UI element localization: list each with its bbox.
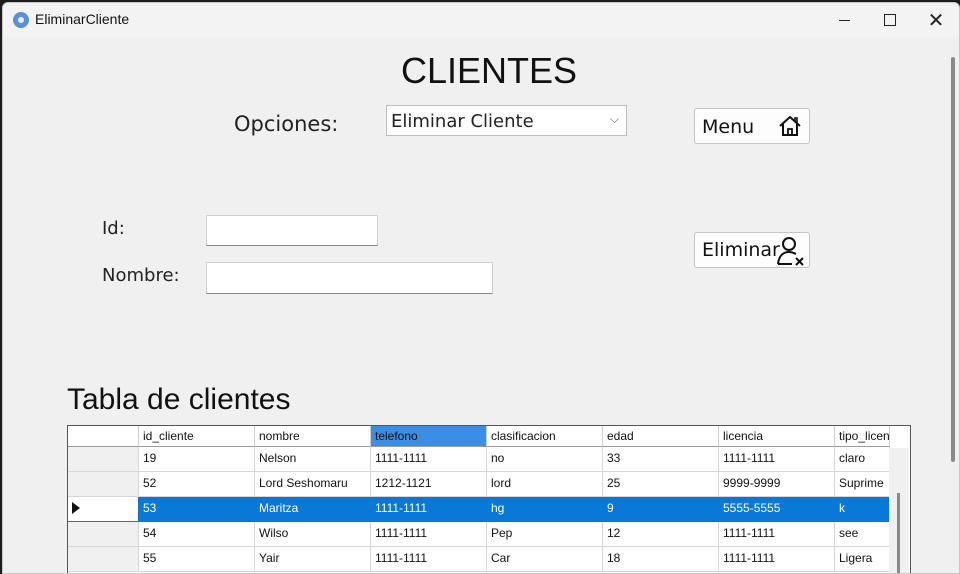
table-cell[interactable]: 1111-1111 — [371, 522, 487, 547]
nombre-label: Nombre: — [102, 265, 180, 286]
table-row[interactable]: 52 Lord Seshomaru 1212-1121 lord 25 9999… — [68, 472, 890, 497]
table-cell[interactable]: 12 — [603, 522, 719, 547]
current-row-arrow-icon — [72, 502, 80, 514]
table-scrollbar[interactable] — [889, 448, 909, 573]
row-header-corner — [68, 426, 139, 447]
window-scrollbar[interactable] — [951, 57, 955, 462]
eliminar-button[interactable]: Eliminar — [694, 232, 810, 268]
clients-table[interactable]: id_cliente nombre telefono clasificacion… — [67, 425, 911, 573]
row-header[interactable] — [68, 497, 139, 522]
maximize-button[interactable] — [867, 3, 913, 37]
menu-button-label: Menu — [702, 116, 755, 138]
home-icon — [779, 116, 801, 136]
table-cell[interactable]: no — [487, 447, 603, 472]
table-cell[interactable]: lord — [487, 472, 603, 497]
row-header[interactable] — [68, 522, 139, 547]
gear-app-icon — [13, 12, 29, 28]
table-cell[interactable]: see — [835, 522, 890, 547]
table-cell[interactable]: 5555-5555 — [719, 497, 835, 522]
table-cell[interactable]: 9999-9999 — [719, 472, 835, 497]
minimize-button[interactable] — [821, 3, 867, 37]
table-row[interactable]: 19 Nelson 1111-1111 no 33 1111-1111 clar… — [68, 447, 890, 472]
close-button[interactable]: ✕ — [913, 3, 959, 37]
title-bar[interactable]: EliminarCliente ✕ — [3, 3, 959, 37]
table-cell[interactable]: Ligera — [835, 547, 890, 572]
table-cell[interactable]: 25 — [603, 472, 719, 497]
table-cell[interactable]: Nelson — [255, 447, 371, 472]
window-title: EliminarCliente — [35, 11, 130, 27]
table-cell[interactable]: 54 — [139, 522, 255, 547]
table-scrollbar-thumb[interactable] — [897, 493, 900, 573]
table-cell[interactable]: 1111-1111 — [719, 522, 835, 547]
page-title: CLIENTES — [401, 50, 578, 91]
table-cell[interactable]: 19 — [139, 447, 255, 472]
column-header[interactable]: licencia — [719, 426, 835, 447]
table-cell[interactable]: Car — [487, 547, 603, 572]
table-cell[interactable]: 1111-1111 — [719, 447, 835, 472]
table-cell[interactable]: 9 — [603, 497, 719, 522]
column-header[interactable]: clasificacion — [487, 426, 603, 447]
table-cell[interactable]: 18 — [603, 547, 719, 572]
table-cell[interactable]: 33 — [603, 447, 719, 472]
table-cell[interactable]: Pep — [487, 522, 603, 547]
table-title: Tabla de clientes — [67, 383, 291, 416]
table-cell[interactable]: Suprime — [835, 472, 890, 497]
nombre-input[interactable] — [206, 262, 493, 294]
table-row[interactable]: 54 Wilso 1111-1111 Pep 12 1111-1111 see — [68, 522, 890, 547]
table-cell[interactable]: 1111-1111 — [371, 447, 487, 472]
id-label: Id: — [102, 218, 125, 239]
table-cell[interactable]: 1212-1121 — [371, 472, 487, 497]
table-cell[interactable]: claro — [835, 447, 890, 472]
options-label: Opciones: — [234, 112, 339, 136]
column-header[interactable]: id_cliente — [139, 426, 255, 447]
table-row-selected[interactable]: 53 Maritza 1111-1111 hg 9 5555-5555 k — [68, 497, 890, 522]
app-window: EliminarCliente ✕ CLIENTES Opciones: Eli… — [2, 2, 960, 574]
close-icon: ✕ — [927, 8, 945, 32]
column-header[interactable]: nombre — [255, 426, 371, 447]
table-row[interactable]: 55 Yair 1111-1111 Car 18 1111-1111 Liger… — [68, 547, 890, 572]
options-dropdown[interactable]: Eliminar Cliente ⌵ — [386, 105, 627, 136]
id-input[interactable] — [206, 215, 378, 246]
eliminar-button-label: Eliminar — [702, 239, 780, 261]
table-cell[interactable]: 1111-1111 — [371, 547, 487, 572]
column-header-selected[interactable]: telefono — [371, 426, 487, 447]
table-cell[interactable]: Wilso — [255, 522, 371, 547]
table-cell[interactable]: k — [835, 497, 890, 522]
remove-user-icon — [777, 237, 804, 266]
table-cell[interactable]: Yair — [255, 547, 371, 572]
table-cell[interactable]: 55 — [139, 547, 255, 572]
table-cell[interactable]: 1111-1111 — [371, 497, 487, 522]
row-header[interactable] — [68, 447, 139, 472]
row-header[interactable] — [68, 472, 139, 497]
chevron-down-icon: ⌵ — [609, 112, 619, 126]
column-header[interactable]: tipo_licen — [835, 426, 890, 447]
row-header[interactable] — [68, 547, 139, 572]
table-cell[interactable]: Maritza — [255, 497, 371, 522]
maximize-icon — [884, 14, 896, 26]
table-cell[interactable]: hg — [487, 497, 603, 522]
table-cell[interactable]: 1111-1111 — [719, 547, 835, 572]
menu-button[interactable]: Menu — [694, 108, 810, 144]
table-cell[interactable]: 53 — [139, 497, 255, 522]
table-cell[interactable]: 52 — [139, 472, 255, 497]
minimize-icon — [838, 19, 850, 21]
column-header[interactable]: edad — [603, 426, 719, 447]
options-selected-value: Eliminar Cliente — [391, 111, 534, 132]
table-cell[interactable]: Lord Seshomaru — [255, 472, 371, 497]
